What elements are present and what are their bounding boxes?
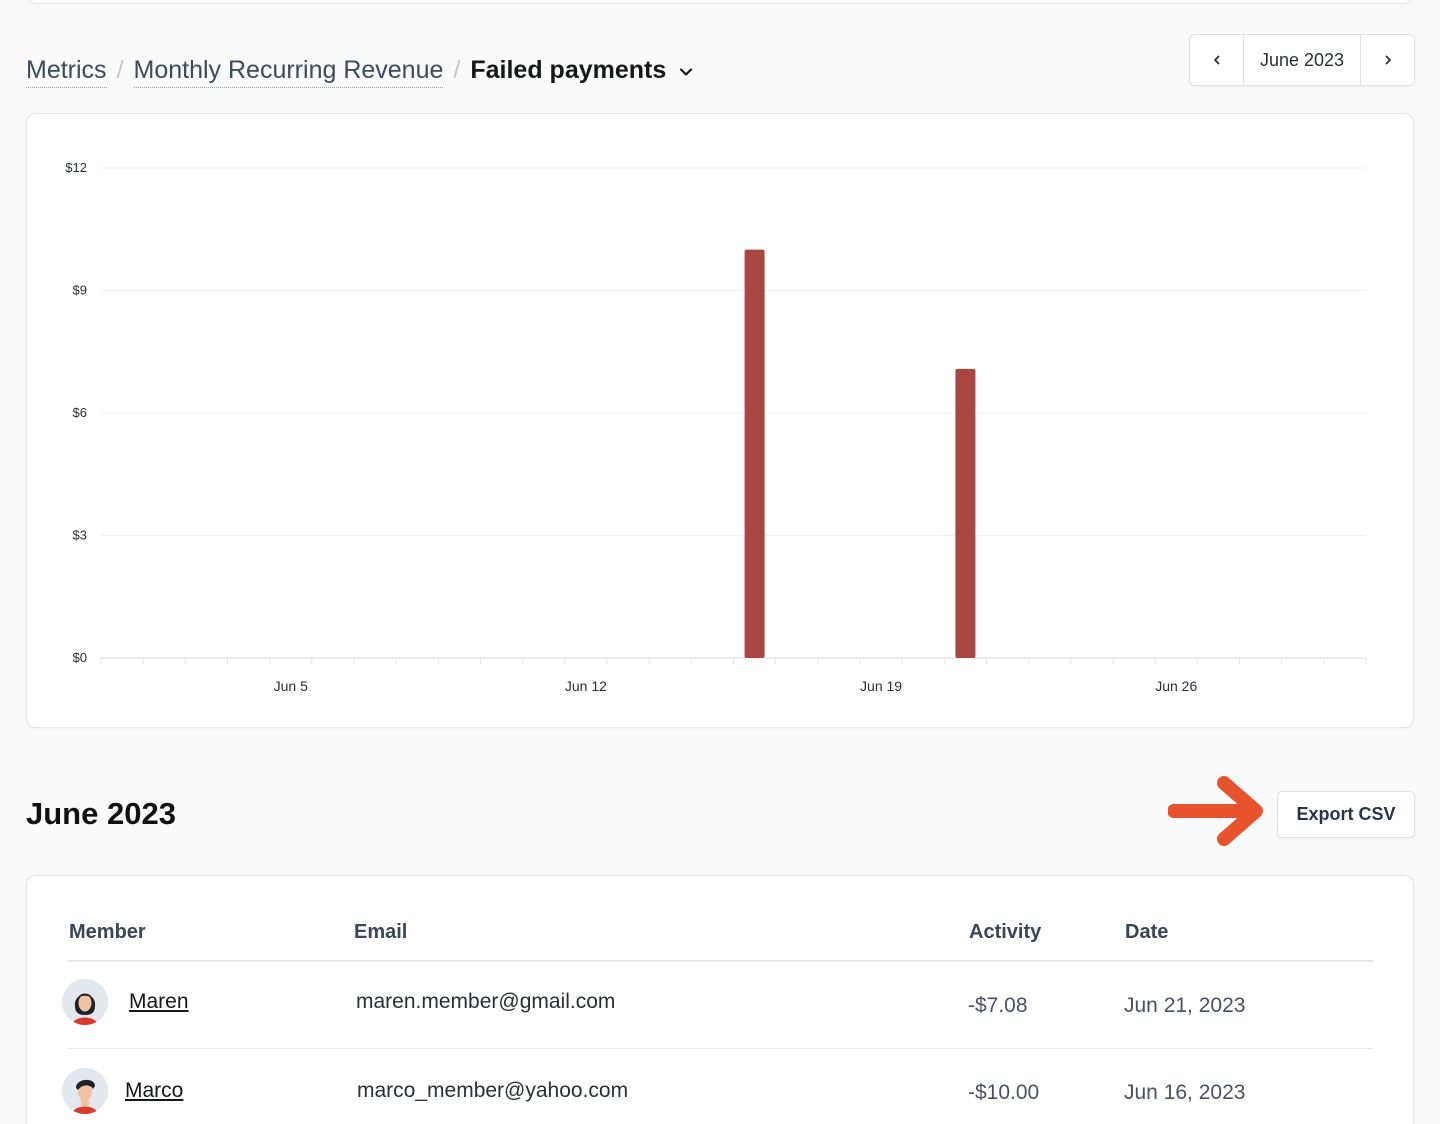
- month-navigator: June 2023: [1189, 34, 1415, 86]
- x-tick-label: Jun 12: [565, 678, 607, 694]
- breadcrumb-mrr-link[interactable]: Monthly Recurring Revenue: [133, 56, 444, 88]
- payment-date: Jun 16, 2023: [1124, 1081, 1246, 1104]
- column-header-activity[interactable]: Activity: [969, 921, 1041, 944]
- chevron-down-icon: [680, 67, 693, 76]
- next-month-button[interactable]: [1361, 35, 1414, 85]
- y-tick-label: $9: [73, 283, 87, 298]
- arrow-annotation-icon: [1168, 776, 1263, 846]
- current-month-label: June 2023: [1243, 35, 1361, 85]
- bar: [744, 249, 765, 658]
- export-csv-button[interactable]: Export CSV: [1277, 791, 1415, 838]
- failed-payments-chart: $12 $9 $6 $3 $0 Jun 5 Jun 12 Jun 19 Jun 26: [26, 113, 1414, 728]
- column-header-date[interactable]: Date: [1125, 921, 1168, 944]
- x-tick-label: Jun 19: [860, 678, 902, 694]
- x-tick-label: Jun 5: [274, 678, 308, 694]
- y-tick-label: $0: [73, 650, 87, 665]
- member-email: maren.member@gmail.com: [356, 990, 616, 1013]
- table-header-divider: [68, 960, 1373, 962]
- current-metric-label: Failed payments: [470, 56, 667, 84]
- member-name-link[interactable]: Maren: [129, 990, 189, 1014]
- bar: [955, 368, 976, 658]
- previous-month-button[interactable]: [1190, 35, 1243, 85]
- activity-amount: -$10.00: [968, 1081, 1040, 1104]
- section-title: June 2023: [26, 796, 176, 831]
- breadcrumb: Metrics / Monthly Recurring Revenue / Fa…: [26, 56, 694, 88]
- x-tick-label: Jun 26: [1155, 678, 1197, 694]
- metric-selector-dropdown[interactable]: Failed payments: [470, 56, 694, 85]
- member-avatar: [62, 979, 108, 1025]
- y-tick-label: $3: [73, 528, 87, 543]
- payment-date: Jun 21, 2023: [1124, 994, 1246, 1017]
- member-email: marco_member@yahoo.com: [357, 1079, 629, 1102]
- breadcrumb-separator: /: [116, 56, 124, 84]
- table-row-divider: [68, 1048, 1373, 1049]
- column-header-member[interactable]: Member: [69, 921, 146, 944]
- chevron-right-icon: [1385, 55, 1391, 65]
- previous-card-edge: [26, 0, 1414, 4]
- chevron-left-icon: [1213, 55, 1219, 65]
- activity-amount: -$7.08: [968, 994, 1028, 1017]
- breadcrumb-metrics-link[interactable]: Metrics: [26, 56, 107, 88]
- member-name-link[interactable]: Marco: [125, 1079, 183, 1103]
- y-tick-label: $12: [65, 160, 87, 175]
- bar-chart: $12 $9 $6 $3 $0 Jun 5 Jun 12 Jun 19 Jun 26: [65, 160, 1367, 694]
- column-header-email[interactable]: Email: [354, 921, 407, 944]
- breadcrumb-separator: /: [453, 56, 461, 84]
- member-avatar: [62, 1068, 108, 1114]
- y-tick-label: $6: [73, 405, 87, 420]
